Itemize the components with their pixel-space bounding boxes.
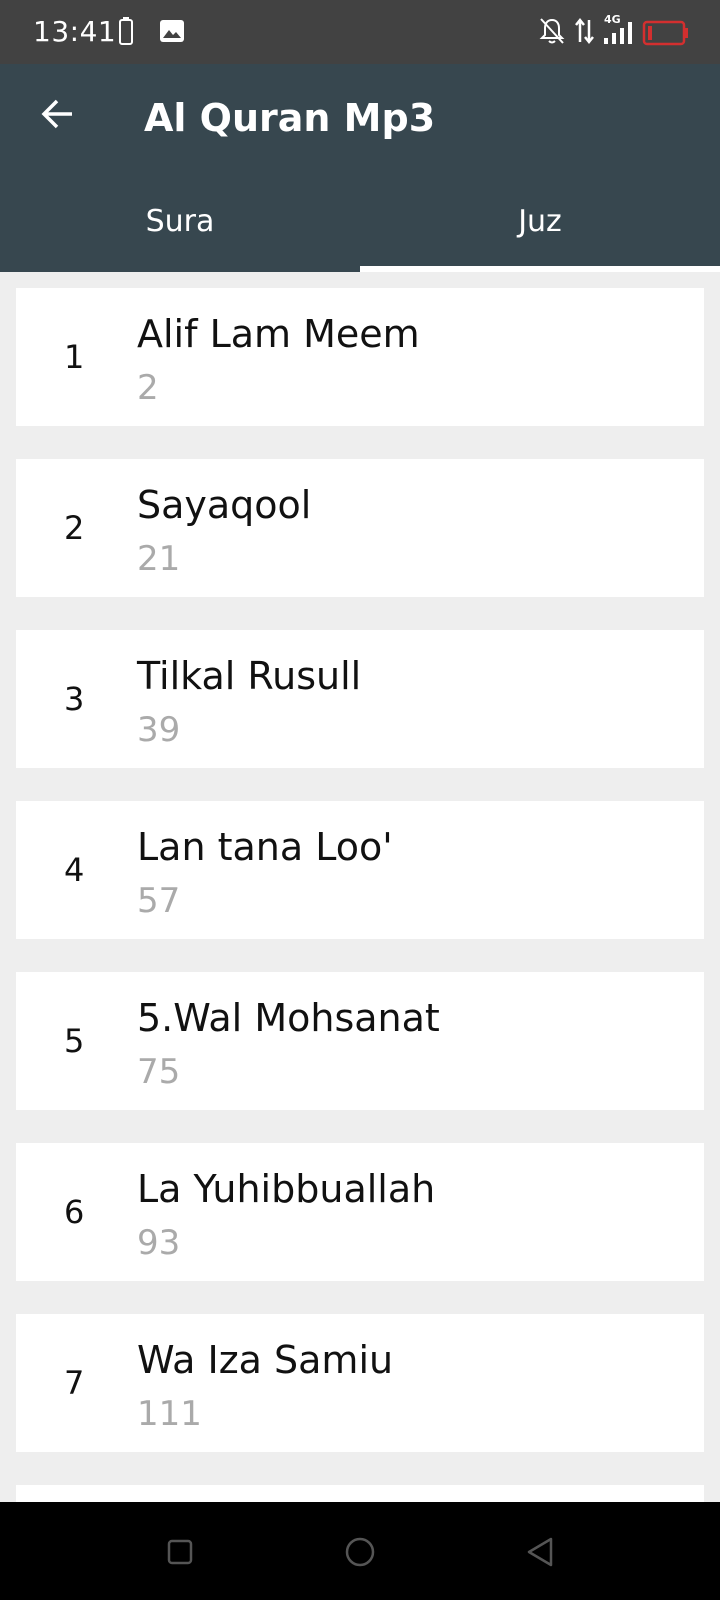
- list-item[interactable]: 6 La Yuhibbuallah 93: [16, 1143, 704, 1281]
- juz-number: 4: [64, 851, 85, 889]
- juz-page: 39: [137, 710, 181, 750]
- status-time: 13:41: [33, 15, 117, 48]
- arrow-back-icon: [41, 99, 72, 129]
- juz-page: 21: [137, 539, 181, 579]
- list-item[interactable]: 2 Sayaqool 21: [16, 459, 704, 597]
- app-bar: Al Quran Mp3 Sura Juz: [0, 64, 720, 272]
- juz-page: 57: [137, 881, 181, 921]
- image-icon: [158, 16, 186, 51]
- juz-number: 3: [64, 680, 85, 718]
- list-item[interactable]: 7 Wa Iza Samiu 111: [16, 1314, 704, 1452]
- recents-square-icon[interactable]: [156, 1528, 204, 1576]
- app-title: Al Quran Mp3: [144, 96, 436, 140]
- list-item[interactable]: 4 Lan tana Loo' 57: [16, 801, 704, 939]
- juz-number: 2: [64, 509, 85, 547]
- tab-label: Juz: [518, 203, 562, 239]
- juz-name: Tilkal Rusull: [137, 654, 362, 698]
- juz-name: La Yuhibbuallah: [137, 1167, 436, 1211]
- juz-page: 2: [137, 368, 159, 408]
- juz-page: 75: [137, 1052, 181, 1092]
- back-button[interactable]: [30, 86, 86, 142]
- juz-name: Lan tana Loo': [137, 825, 393, 869]
- battery-icon: [118, 16, 134, 51]
- list-item[interactable]: 5 5.Wal Mohsanat 75: [16, 972, 704, 1110]
- status-bar: 13:41 4G: [0, 0, 720, 64]
- juz-name: 5.Wal Mohsanat: [137, 996, 440, 1040]
- juz-number: 6: [64, 1193, 85, 1231]
- system-nav-bar: [0, 1502, 720, 1600]
- list-item[interactable]: 1 Alif Lam Meem 2: [16, 288, 704, 426]
- juz-page: 111: [137, 1394, 202, 1434]
- battery-low-icon: [642, 20, 690, 51]
- juz-page: 93: [137, 1223, 181, 1263]
- data-arrows-icon: [574, 16, 596, 51]
- home-circle-icon[interactable]: [336, 1528, 384, 1576]
- juz-number: 5: [64, 1022, 85, 1060]
- bell-off-icon: [538, 16, 566, 51]
- juz-name: Sayaqool: [137, 483, 312, 527]
- back-triangle-icon[interactable]: [516, 1528, 564, 1576]
- juz-name: Wa Iza Samiu: [137, 1338, 394, 1382]
- juz-number: 1: [64, 338, 85, 376]
- juz-list[interactable]: 1 Alif Lam Meem 2 2 Sayaqool 21 3 Tilkal…: [0, 272, 720, 1502]
- juz-name: Alif Lam Meem: [137, 312, 420, 356]
- network-label: 4G: [604, 13, 621, 26]
- signal-4g-icon: 4G: [602, 12, 638, 51]
- tab-label: Sura: [145, 203, 215, 239]
- tab-sura[interactable]: Sura: [0, 182, 360, 272]
- juz-number: 7: [64, 1364, 85, 1402]
- list-item[interactable]: 3 Tilkal Rusull 39: [16, 630, 704, 768]
- tab-juz[interactable]: Juz: [360, 182, 720, 272]
- list-item-partial[interactable]: [16, 1485, 704, 1502]
- tab-bar: Sura Juz: [0, 182, 720, 272]
